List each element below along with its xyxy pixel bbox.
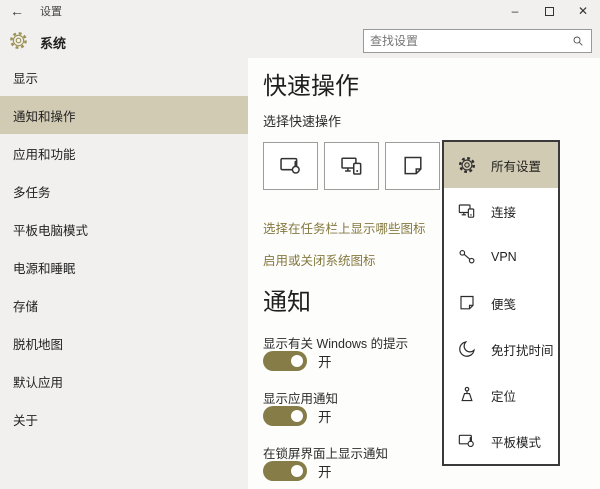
lockscreen-notifications-toggle[interactable] (263, 461, 307, 481)
sidebar-item-tablet-mode[interactable]: 平板电脑模式 (0, 210, 248, 248)
vpn-icon (457, 247, 477, 267)
tablet-mode-icon (278, 153, 304, 179)
page-title: 系统 (40, 36, 67, 51)
quick-action-picker-flyout: 所有设置 连接 VPN 便笺 免打扰时间 定位 平板模式 (442, 140, 560, 466)
sidebar-item-storage[interactable]: 存储 (0, 286, 248, 324)
toggle-state-label: 开 (318, 355, 332, 370)
maximize-button[interactable] (532, 0, 566, 22)
toggle-row-lockscreen-notifications: 开 (263, 461, 332, 481)
maximize-icon (544, 6, 554, 16)
toggle-label-lockscreen-notifications: 在锁屏界面上显示通知 (263, 447, 389, 461)
toggle-knob (291, 355, 303, 367)
sidebar-item-label: 多任务 (13, 185, 51, 200)
sidebar-item-offline-maps[interactable]: 脱机地图 (0, 324, 248, 362)
app-notifications-toggle[interactable] (263, 406, 307, 426)
sidebar-item-label: 通知和操作 (13, 109, 76, 124)
titlebar: ← 设置 – ✕ (0, 0, 600, 22)
quick-actions-subtitle: 选择快速操作 (263, 114, 342, 129)
settings-gear-icon (8, 30, 29, 51)
sidebar-item-multitasking[interactable]: 多任务 (0, 172, 248, 210)
sidebar-item-label: 默认应用 (13, 375, 64, 390)
flyout-item-vpn[interactable]: VPN (444, 234, 558, 280)
toggle-row-app-notifications: 开 (263, 406, 332, 426)
location-icon (457, 385, 477, 405)
sidebar-item-power-sleep[interactable]: 电源和睡眠 (0, 248, 248, 286)
close-button[interactable]: ✕ (566, 0, 600, 22)
flyout-item-label: 所有设置 (491, 159, 542, 174)
connect-icon (339, 153, 365, 179)
sidebar: 显示 通知和操作 应用和功能 多任务 平板电脑模式 电源和睡眠 存储 脱机地图 … (0, 58, 248, 489)
sidebar-item-label: 电源和睡眠 (13, 261, 76, 276)
notifications-title: 通知 (263, 289, 311, 316)
tablet-mode-icon (457, 431, 477, 451)
sidebar-item-default-apps[interactable]: 默认应用 (0, 362, 248, 400)
quick-action-note-button[interactable] (385, 142, 440, 190)
sidebar-item-label: 显示 (13, 71, 39, 86)
moon-icon (457, 339, 477, 359)
window-title: 设置 (40, 6, 62, 18)
sidebar-item-about[interactable]: 关于 (0, 400, 248, 438)
flyout-item-location[interactable]: 定位 (444, 372, 558, 418)
minimize-button[interactable]: – (498, 0, 532, 22)
windows-tips-toggle[interactable] (263, 351, 307, 371)
flyout-item-label: VPN (491, 250, 517, 264)
sidebar-item-display[interactable]: 显示 (0, 58, 248, 96)
flyout-item-quiet-hours[interactable]: 免打扰时间 (444, 326, 558, 372)
gear-icon (457, 155, 477, 175)
flyout-item-label: 平板模式 (491, 435, 542, 450)
sidebar-item-apps-features[interactable]: 应用和功能 (0, 134, 248, 172)
flyout-item-label: 便笺 (491, 297, 517, 312)
window-controls: – ✕ (498, 0, 600, 22)
toggle-knob (291, 465, 303, 477)
toggle-knob (291, 410, 303, 422)
toggle-state-label: 开 (318, 465, 332, 480)
toggle-state-label: 开 (318, 410, 332, 425)
toggle-label-app-notifications: 显示应用通知 (263, 392, 339, 406)
system-icons-link[interactable]: 启用或关闭系统图标 (263, 250, 376, 269)
flyout-item-label: 连接 (491, 205, 517, 220)
flyout-item-label: 免打扰时间 (491, 343, 554, 358)
sidebar-item-label: 平板电脑模式 (13, 223, 89, 238)
back-button[interactable]: ← (0, 3, 34, 19)
note-icon (400, 153, 426, 179)
flyout-item-label: 定位 (491, 389, 517, 404)
flyout-item-note[interactable]: 便笺 (444, 280, 558, 326)
sidebar-item-label: 存储 (13, 299, 39, 314)
quick-actions-buttons (263, 142, 440, 190)
search-icon[interactable] (571, 34, 585, 48)
flyout-item-connect[interactable]: 连接 (444, 188, 558, 234)
quick-actions-title: 快速操作 (263, 73, 359, 100)
toggle-row-windows-tips: 开 (263, 351, 332, 371)
quick-action-connect-button[interactable] (324, 142, 379, 190)
sidebar-item-label: 应用和功能 (13, 147, 76, 162)
flyout-item-tablet-mode[interactable]: 平板模式 (444, 418, 558, 464)
close-icon: ✕ (577, 4, 589, 18)
toggle-label-windows-tips: 显示有关 Windows 的提示 (263, 337, 409, 351)
quick-action-tablet-mode-button[interactable] (263, 142, 318, 190)
back-arrow-icon: ← (10, 3, 24, 19)
flyout-item-all-settings[interactable]: 所有设置 (444, 142, 558, 188)
note-icon (457, 293, 477, 313)
minimize-icon: – (511, 4, 519, 18)
search-box[interactable] (363, 29, 592, 53)
sidebar-item-notifications-actions[interactable]: 通知和操作 (0, 96, 248, 134)
search-input[interactable] (364, 34, 571, 48)
sidebar-item-label: 脱机地图 (13, 337, 64, 352)
connect-icon (457, 201, 477, 221)
taskbar-icons-link[interactable]: 选择在任务栏上显示哪些图标 (263, 218, 426, 237)
sidebar-item-label: 关于 (13, 413, 39, 428)
